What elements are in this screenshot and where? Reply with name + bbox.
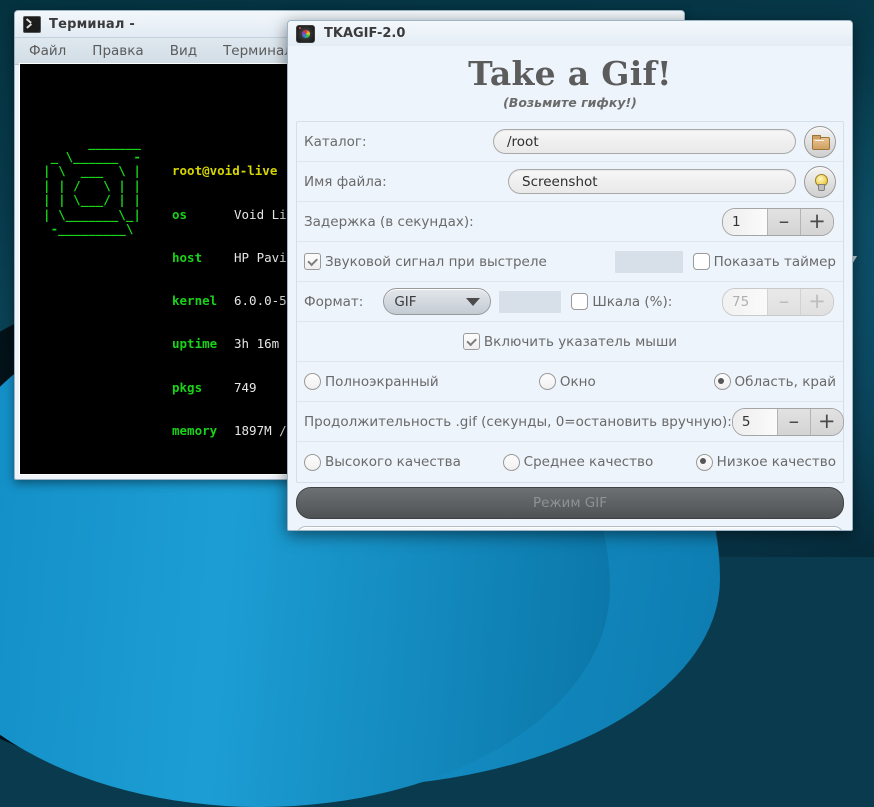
cursor-checkbox-group[interactable]: Включить указатель мыши [462, 333, 678, 350]
beep-checkbox-group[interactable]: Звуковой сигнал при выстреле [304, 253, 547, 270]
row-directory: Каталог: [297, 122, 843, 162]
delay-stepper[interactable]: 1 – + [722, 207, 834, 236]
beep-checkbox[interactable] [304, 253, 321, 270]
mode-fullscreen-group[interactable]: Полноэкранный [304, 373, 480, 390]
duration-value[interactable]: 5 [732, 408, 777, 435]
scale-checkbox-group[interactable]: Шкала (%): [571, 293, 672, 310]
menu-item-view[interactable]: Вид [170, 43, 197, 59]
duration-increment-button[interactable]: + [809, 408, 843, 435]
neofetch-userhost: root@void-live [172, 163, 278, 179]
page-subtitle: (Возьмите гифку!) [503, 95, 637, 110]
delay-increment-button[interactable]: + [800, 208, 833, 235]
format-select[interactable]: GIF [383, 288, 492, 315]
terminal-title: Терминал - [49, 16, 135, 32]
timer-label: Показать таймер [713, 253, 836, 270]
mode-window-group[interactable]: Окно [480, 373, 656, 390]
mode-window-label: Окно [559, 373, 596, 390]
format-selected-value: GIF [394, 293, 417, 310]
row-quality: Высокого качества Среднее качество Низко… [297, 442, 843, 482]
menu-item-file[interactable]: Файл [29, 43, 66, 59]
quality-medium-group[interactable]: Среднее качество [490, 453, 666, 471]
folder-icon [812, 135, 830, 150]
directory-browse-button[interactable] [804, 125, 836, 158]
row-duration: Продолжительность .gif (секунды, 0=остан… [297, 402, 844, 442]
directory-label: Каталог: [304, 133, 367, 150]
duration-label: Продолжительность .gif (секунды, 0=остан… [304, 413, 732, 430]
row-filename: Имя файла: [297, 162, 843, 202]
row-beep-timer: Звуковой сигнал при выстреле Показать та… [297, 242, 843, 282]
mode-fullscreen-label: Полноэкранный [325, 373, 439, 390]
timer-checkbox-group[interactable]: Показать таймер [692, 253, 836, 270]
take-gif-button[interactable]: Возьмите гифку! [296, 526, 844, 530]
tkagif-titlebar[interactable]: TKAGIF-2.0 [288, 21, 852, 47]
delay-value[interactable]: 1 [723, 208, 767, 235]
terminal-icon [23, 15, 41, 33]
scale-label: Шкала (%): [592, 293, 673, 310]
tkagif-window[interactable]: TKAGIF-2.0 Take a Gif! (Возьмите гифку!)… [287, 20, 853, 531]
menu-item-edit[interactable]: Правка [92, 43, 143, 59]
format-label: Формат: [304, 293, 364, 310]
quality-low-group[interactable]: Низкое качество [666, 453, 836, 471]
directory-input[interactable] [493, 129, 796, 154]
quality-low-radio[interactable] [695, 453, 713, 471]
row-cursor: Включить указатель мыши [297, 322, 843, 362]
filename-input[interactable] [508, 169, 796, 194]
scale-value[interactable]: 75 [723, 288, 767, 315]
quality-high-label: Высокого качества [325, 454, 461, 470]
neofetch-ascii-logo: _______ _ \______ - | \ ___ \ | | | / \ … [28, 134, 141, 237]
chevron-down-icon [466, 297, 481, 306]
duration-decrement-button[interactable]: – [776, 408, 810, 435]
row-delay: Задержка (в секундах): 1 – + [297, 202, 843, 242]
page-title: Take a Gif! [468, 54, 672, 93]
quality-high-group[interactable]: Высокого качества [304, 453, 490, 471]
scale-checkbox[interactable] [571, 293, 589, 310]
row-format-scale: Формат: GIF Шкала (%): 75 – + [297, 282, 843, 322]
filename-hint-button[interactable] [804, 165, 836, 198]
cursor-label: Включить указатель мыши [483, 333, 678, 350]
scale-stepper[interactable]: 75 – + [722, 287, 834, 316]
quality-low-label: Низкое качество [716, 454, 836, 470]
tkagif-window-title: TKAGIF-2.0 [324, 26, 406, 41]
delay-label: Задержка (в секундах): [304, 213, 474, 230]
beep-spacer-block [614, 250, 683, 273]
scale-decrement-button[interactable]: – [767, 288, 800, 315]
settings-form: Каталог: Имя файла: Задержка [296, 121, 844, 483]
mode-region-label: Область, край [734, 373, 836, 390]
scale-increment-button[interactable]: + [800, 288, 833, 315]
tkagif-body: Take a Gif! (Возьмите гифку!) Каталог: И… [288, 46, 852, 530]
mode-fullscreen-radio[interactable] [304, 373, 321, 390]
mode-region-radio[interactable] [713, 373, 731, 390]
menu-item-terminal[interactable]: Терминал [223, 43, 293, 59]
mode-window-radio[interactable] [538, 373, 556, 390]
beep-label: Звуковой сигнал при выстреле [325, 253, 547, 270]
camera-icon [296, 24, 315, 43]
quality-medium-radio[interactable] [502, 453, 520, 471]
gif-mode-button[interactable]: Режим GIF [296, 487, 844, 519]
duration-stepper[interactable]: 5 – + [731, 407, 844, 436]
delay-decrement-button[interactable]: – [767, 208, 800, 235]
format-spacer-block [499, 290, 562, 313]
filename-label: Имя файла: [304, 173, 387, 190]
lightbulb-icon [814, 173, 828, 191]
headline-block: Take a Gif! (Возьмите гифку!) [296, 46, 844, 110]
cursor-checkbox[interactable] [462, 333, 480, 350]
quality-high-radio[interactable] [304, 453, 321, 471]
gif-mode-label: Режим GIF [532, 495, 608, 511]
timer-checkbox[interactable] [692, 253, 710, 270]
mode-region-group[interactable]: Область, край [655, 373, 836, 390]
row-capture-mode: Полноэкранный Окно Область, край [297, 362, 843, 402]
quality-medium-label: Среднее качество [523, 454, 654, 470]
